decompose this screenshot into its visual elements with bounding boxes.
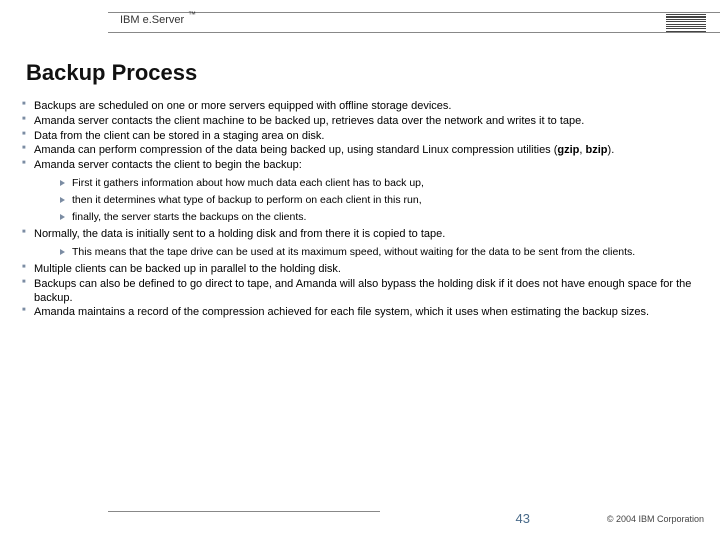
sub-bullet-item: First it gathers information about how m… [60,177,698,190]
footer-rule [108,511,380,512]
slide-header: IBM e.Server ™ [0,0,720,36]
bullet-item: Amanda server contacts the client machin… [22,115,698,129]
header-rule-bottom [108,32,720,33]
bullet-item: Amanda can perform compression of the da… [22,144,698,158]
bullet-item: Backups are scheduled on one or more ser… [22,100,698,114]
bullet-item: Data from the client can be stored in a … [22,130,698,144]
bullet-item: Multiple clients can be backed up in par… [22,263,698,277]
page-number: 43 [516,511,530,526]
ibm-logo-icon [666,14,706,32]
sub-bullet-item: finally, the server starts the backups o… [60,211,698,224]
sub-bullet-list: This means that the tape drive can be us… [60,246,698,259]
sub-bullet-list: First it gathers information about how m… [60,177,698,224]
header-rule-top [108,12,720,13]
sub-bullet-item: This means that the tape drive can be us… [60,246,698,259]
sub-bullet-item: then it determines what type of backup t… [60,194,698,207]
bullet-item: Normally, the data is initially sent to … [22,228,698,242]
trademark-symbol: ™ [188,10,196,19]
bullet-item: Backups can also be defined to go direct… [22,278,698,306]
slide: IBM e.Server ™ Backup Process Backups ar… [0,0,720,540]
header-brand: IBM e.Server [120,14,184,26]
bullet-item: Amanda server contacts the client to beg… [22,159,698,173]
bullet-list: Backups are scheduled on one or more ser… [22,100,698,320]
slide-content: Backups are scheduled on one or more ser… [22,100,698,321]
slide-title: Backup Process [26,60,197,86]
bullet-item: Amanda maintains a record of the compres… [22,306,698,320]
copyright-text: © 2004 IBM Corporation [607,514,704,524]
